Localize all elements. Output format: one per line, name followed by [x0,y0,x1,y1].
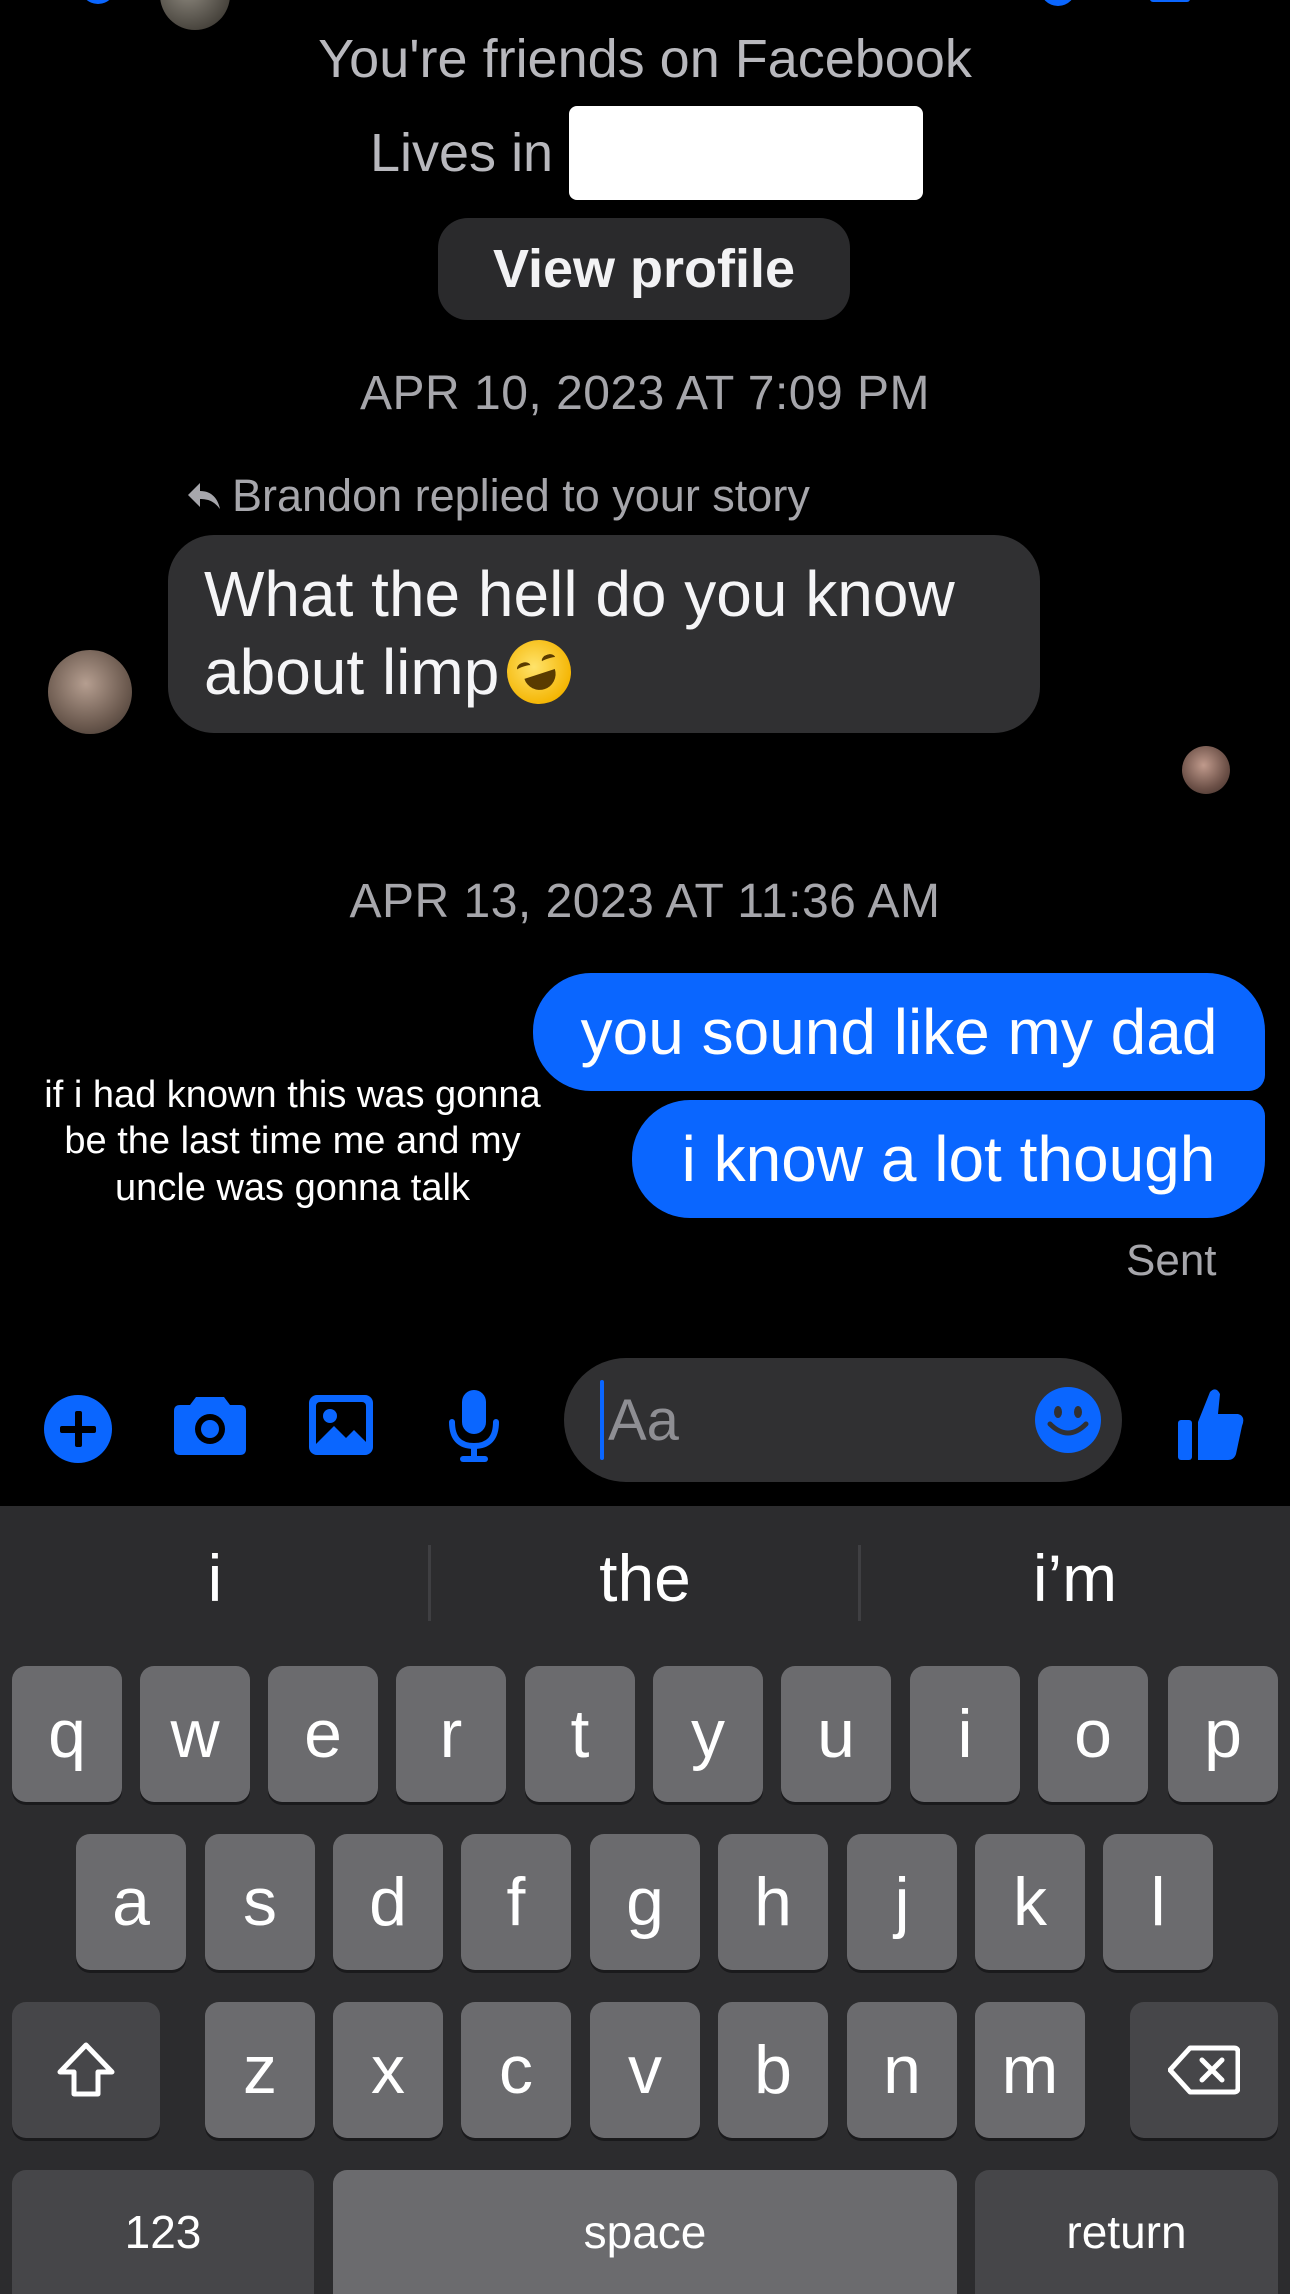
key-a[interactable]: a [76,1834,186,1970]
key-g[interactable]: g [590,1834,700,1970]
key-d[interactable]: d [333,1834,443,1970]
key-v[interactable]: v [590,2002,700,2138]
reply-note-text: Brandon replied to your story [232,470,810,521]
message-composer[interactable] [564,1358,1122,1482]
read-receipt-avatar [1182,746,1230,794]
timestamp: APR 13, 2023 AT 11:36 AM [349,875,941,928]
plus-icon[interactable] [44,1395,112,1463]
outgoing-message-bubble[interactable]: you sound like my dad [533,973,1265,1091]
microphone-icon[interactable] [446,1388,502,1464]
emoji-icon[interactable] [1034,1386,1102,1454]
camera-icon[interactable] [172,1393,248,1457]
message-status: Sent [1126,1236,1217,1285]
return-key[interactable]: return [975,2170,1278,2294]
timestamp: APR 10, 2023 AT 7:09 PM [359,367,931,420]
location-line: Lives in [370,106,924,200]
key-s[interactable]: s [205,1834,315,1970]
key-r[interactable]: r [396,1666,506,1802]
key-y[interactable]: y [653,1666,763,1802]
message-line: about limp [204,636,500,709]
shift-icon [57,2042,115,2097]
key-h[interactable]: h [718,1834,828,1970]
key-j[interactable]: j [847,1834,957,1970]
key-n[interactable]: n [847,2002,957,2138]
message-line: What the hell do you know [204,558,955,630]
suggestion-1[interactable]: i [0,1540,430,1616]
story-reply-note: Brandon replied to your story [186,470,810,522]
key-m[interactable]: m [975,2002,1085,2138]
key-c[interactable]: c [461,2002,571,2138]
reply-arrow-icon [188,483,220,509]
outgoing-message-bubble[interactable]: i know a lot though [632,1100,1265,1218]
gallery-icon[interactable] [306,1392,376,1458]
key-o[interactable]: o [1038,1666,1148,1802]
message-line-with-emoji: about limp [204,631,1004,713]
text-cursor [600,1380,604,1460]
like-icon[interactable] [1176,1386,1246,1462]
overlay-caption: if i had known this was gonna be the las… [44,1074,541,1209]
key-e[interactable]: e [268,1666,378,1802]
friends-status: You're friends on Facebook [318,29,972,89]
key-f[interactable]: f [461,1834,571,1970]
call-icon[interactable] [1040,0,1076,6]
incoming-message-bubble[interactable]: What the hell do you know about limp [168,535,1040,733]
message-input[interactable] [608,1386,1028,1454]
key-q[interactable]: q [12,1666,122,1802]
video-icon[interactable] [1150,0,1190,2]
view-profile-button[interactable]: View profile [438,218,850,320]
suggestion-3[interactable]: i’m [860,1540,1290,1616]
sender-avatar[interactable] [48,650,132,734]
delete-key[interactable] [1130,2002,1278,2138]
key-k[interactable]: k [975,1834,1085,1970]
key-b[interactable]: b [718,2002,828,2138]
laughing-emoji-icon [498,631,580,713]
key-z[interactable]: z [205,2002,315,2138]
back-icon[interactable] [80,0,116,4]
redaction-box [569,106,924,200]
key-w[interactable]: w [140,1666,250,1802]
key-t[interactable]: t [525,1666,635,1802]
numbers-key[interactable]: 123 [12,2170,314,2294]
space-key[interactable]: space [333,2170,957,2294]
key-l[interactable]: l [1103,1834,1213,1970]
key-i[interactable]: i [910,1666,1020,1802]
lives-label: Lives in [370,123,554,183]
suggestion-2[interactable]: the [430,1540,860,1616]
key-u[interactable]: u [781,1666,891,1802]
shift-key[interactable] [12,2002,160,2138]
key-p[interactable]: p [1168,1666,1278,1802]
backspace-icon [1168,2045,1240,2095]
key-x[interactable]: x [333,2002,443,2138]
contact-avatar[interactable] [160,0,230,30]
